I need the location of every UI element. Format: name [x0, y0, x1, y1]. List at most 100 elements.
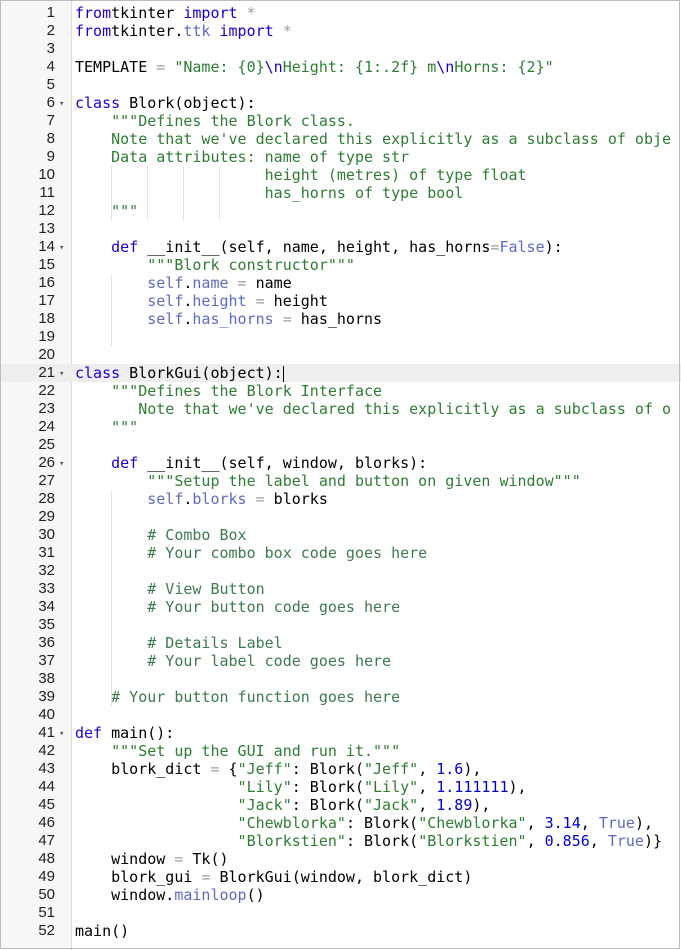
code-line[interactable]: 50 window.mainloop(): [0, 886, 681, 904]
code-line[interactable]: 13: [0, 220, 681, 238]
code-line[interactable]: 29: [0, 508, 681, 526]
code-token: from: [75, 22, 112, 40]
code-line[interactable]: 45 "Jack": Blork("Jack", 1.89),: [0, 796, 681, 814]
code-line[interactable]: 11 has_horns of type bool: [0, 184, 681, 202]
code-token: 0.856: [544, 832, 590, 850]
code-token: ttk: [183, 22, 211, 40]
indent-guide: [183, 166, 184, 220]
code-line[interactable]: 2 fromtkinter.ttk import *: [0, 22, 681, 40]
fold-toggle-icon[interactable]: ▾: [59, 455, 69, 473]
code-line[interactable]: 21 ▾ class BlorkGui(object):: [0, 364, 681, 382]
code-line[interactable]: 33 # View Button: [0, 580, 681, 598]
code-line[interactable]: 40: [0, 706, 681, 724]
code-token: =: [156, 58, 166, 76]
line-number: 18: [38, 310, 55, 327]
code-line[interactable]: 4 TEMPLATE = "Name: {0}\nHeight: {1:.2f} …: [0, 58, 681, 76]
code-line[interactable]: 39 # Your button function goes here: [0, 688, 681, 706]
line-number: 11: [39, 184, 55, 201]
code-token: "Chewblorka": [418, 814, 527, 832]
code-line[interactable]: 36 # Details Label: [0, 634, 681, 652]
code-line[interactable]: 51: [0, 904, 681, 922]
line-number: 30: [38, 526, 55, 543]
code-line[interactable]: 46 "Chewblorka": Blork("Chewblorka", 3.1…: [0, 814, 681, 832]
code-line[interactable]: 49 blork_gui = BlorkGui(window, blork_di…: [0, 868, 681, 886]
code-text: "Blorkstien": Blork("Blorkstien", 0.856,…: [75, 832, 662, 850]
code-token: ,: [526, 814, 545, 832]
code-line[interactable]: 42 """Set up the GUI and run it.""": [0, 742, 681, 760]
fold-toggle-icon[interactable]: ▾: [59, 725, 69, 743]
code-text: TEMPLATE = "Name: {0}\nHeight: {1:.2f} m…: [75, 58, 554, 76]
code-line[interactable]: 44 "Lily": Blork("Lily", 1.111111),: [0, 778, 681, 796]
code-line[interactable]: 17 self.height = height: [0, 292, 681, 310]
code-line[interactable]: 34 # Your button code goes here: [0, 598, 681, 616]
fold-toggle-icon[interactable]: ▾: [59, 95, 69, 113]
code-line[interactable]: 26 ▾ def __init__(self, window, blorks):: [0, 454, 681, 472]
code-token: 1.111111: [436, 778, 509, 796]
code-line[interactable]: 20: [0, 346, 681, 364]
line-number: 40: [38, 706, 55, 723]
code-token: # Your button code goes here: [75, 598, 401, 616]
code-line[interactable]: 37 # Your label code goes here: [0, 652, 681, 670]
code-line[interactable]: 35: [0, 616, 681, 634]
code-token: (): [246, 886, 265, 904]
code-line[interactable]: 1 fromtkinter import *: [0, 4, 681, 22]
code-line[interactable]: 47 "Blorkstien": Blork("Blorkstien", 0.8…: [0, 832, 681, 850]
code-line[interactable]: 7 """Defines the Blork class.: [0, 112, 681, 130]
line-number: 27: [38, 472, 55, 489]
code-line[interactable]: 30 # Combo Box: [0, 526, 681, 544]
code-token: blork_gui: [75, 868, 202, 886]
line-number: 39: [38, 688, 55, 705]
code-line[interactable]: 38: [0, 670, 681, 688]
code-token: "Blorkstien": [75, 832, 346, 850]
code-token: class: [75, 364, 121, 382]
code-line[interactable]: 15 """Blork constructor""": [0, 256, 681, 274]
code-line[interactable]: 16 self.name = name: [0, 274, 681, 292]
code-token: BlorkGui(object):: [120, 364, 283, 382]
code-token: self: [75, 292, 184, 310]
code-token: """Defines the Blork Interface: [75, 382, 383, 400]
code-line[interactable]: 31 # Your combo box code goes here: [0, 544, 681, 562]
code-line[interactable]: 25: [0, 436, 681, 454]
code-token: # Your button function goes here: [75, 688, 401, 706]
fold-toggle-icon[interactable]: ▾: [59, 365, 69, 383]
line-number: 4: [46, 58, 55, 75]
code-line[interactable]: 41 ▾ def main():: [0, 724, 681, 742]
code-line[interactable]: 5: [0, 76, 681, 94]
code-line[interactable]: 9 Data attributes: name of type str: [0, 148, 681, 166]
code-line[interactable]: 32: [0, 562, 681, 580]
code-token: "Jeff": [237, 760, 292, 778]
code-line[interactable]: 43 blork_dict = {"Jeff": Blork("Jeff", 1…: [0, 760, 681, 778]
code-text: has_horns of type bool: [75, 184, 464, 202]
line-number: 31: [38, 544, 55, 561]
code-text: """Blork constructor""": [75, 256, 355, 274]
code-token: : Blork(: [345, 814, 419, 832]
code-line[interactable]: 14 ▾ def __init__(self, name, height, has…: [0, 238, 681, 256]
code-line[interactable]: 19: [0, 328, 681, 346]
code-token: =: [273, 310, 292, 328]
code-text: self.has_horns = has_horns: [75, 310, 382, 328]
code-line[interactable]: 22 """Defines the Blork Interface: [0, 382, 681, 400]
code-editor[interactable]: 1 fromtkinter import * 2 fromtkinter.ttk im…: [0, 0, 681, 950]
code-line[interactable]: 48 window = Tk(): [0, 850, 681, 868]
code-token: ),: [472, 796, 491, 814]
code-line[interactable]: 23 Note that we've declared this explici…: [0, 400, 681, 418]
code-line[interactable]: 3: [0, 40, 681, 58]
code-line[interactable]: 24 """: [0, 418, 681, 436]
code-token: height: [192, 292, 247, 310]
code-token: Note that we've declared this explicitly…: [75, 400, 672, 418]
code-line[interactable]: 12 """: [0, 202, 681, 220]
indent-guide: [147, 166, 148, 220]
code-text: fromtkinter import *: [75, 4, 256, 22]
code-token: """: [75, 202, 139, 220]
code-line[interactable]: 52 main(): [0, 922, 681, 940]
line-number: 12: [38, 202, 55, 219]
code-line[interactable]: 8 Note that we've declared this explicit…: [0, 130, 681, 148]
code-token: =: [246, 490, 265, 508]
code-token: """Setup the label and button on given w…: [75, 472, 581, 490]
fold-toggle-icon[interactable]: ▾: [59, 239, 69, 257]
code-line[interactable]: 10 height (metres) of type float: [0, 166, 681, 184]
code-line[interactable]: 6 ▾ class Blork(object):: [0, 94, 681, 112]
code-line[interactable]: 18 self.has_horns = has_horns: [0, 310, 681, 328]
code-line[interactable]: 28 self.blorks = blorks: [0, 490, 681, 508]
code-line[interactable]: 27 """Setup the label and button on give…: [0, 472, 681, 490]
